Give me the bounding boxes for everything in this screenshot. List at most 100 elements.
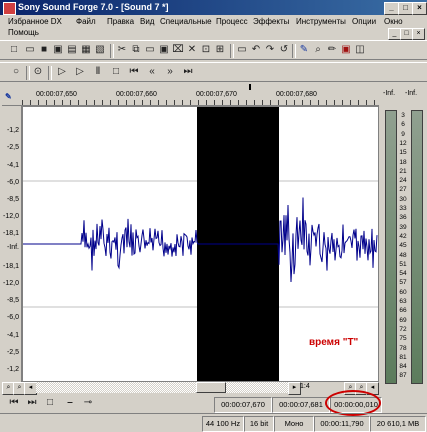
go-to-start-icon[interactable]: ⏮ bbox=[128, 66, 140, 78]
copy-icon[interactable]: ⧉ bbox=[130, 44, 142, 56]
menu-favorites[interactable]: Избранное DX bbox=[8, 17, 62, 26]
edit-tool-icon[interactable]: ✎ bbox=[298, 44, 310, 56]
scale-label: -12,0 bbox=[3, 280, 19, 287]
window-title: Sony Sound Forge 7.0 - [Sound 7 *] bbox=[18, 2, 169, 12]
scale-label: -18,1 bbox=[3, 230, 19, 237]
separator bbox=[26, 66, 30, 80]
print-icon[interactable]: ▤ bbox=[66, 44, 78, 56]
ruler-label: 00:00:07,660 bbox=[116, 91, 157, 98]
menu-help[interactable]: Помощь bbox=[8, 28, 39, 37]
meter-scale-label: 21 bbox=[399, 167, 407, 175]
scale-label: -1,2 bbox=[6, 366, 19, 373]
save-icon[interactable]: ■ bbox=[38, 44, 50, 56]
maximize-button[interactable]: □ bbox=[398, 2, 413, 15]
go-to-end-icon[interactable]: ⏭ bbox=[26, 397, 38, 409]
meter-scale-label: 54 bbox=[399, 270, 407, 278]
status-bar: 44 100 Hz 16 bit Моно 00:00:11,790 20 61… bbox=[0, 413, 427, 432]
event-tool-icon[interactable]: ▣ bbox=[340, 44, 352, 56]
mix-icon[interactable]: ▣ bbox=[158, 44, 170, 56]
meter-bar-right bbox=[411, 110, 423, 384]
properties-icon[interactable]: ▧ bbox=[94, 44, 106, 56]
time-ruler[interactable]: ✎ 00:00:07,650 00:00:07,660 00:00:07,670… bbox=[2, 84, 379, 106]
meter-scale-label: 9 bbox=[401, 130, 405, 138]
separator bbox=[110, 44, 114, 58]
menu-edit[interactable]: Правка bbox=[107, 17, 134, 26]
trim-icon[interactable]: ⌧ bbox=[172, 44, 184, 56]
new-file-icon[interactable]: □ bbox=[8, 44, 20, 56]
scale-label: -6,0 bbox=[6, 179, 19, 186]
meter-scale-label: 3 bbox=[401, 112, 405, 119]
menu-tools[interactable]: Инструменты bbox=[296, 17, 346, 26]
crop-icon-2[interactable]: ⊞ bbox=[214, 44, 226, 56]
paste-icon[interactable]: ▭ bbox=[144, 44, 156, 56]
repeat-icon[interactable]: ▭ bbox=[236, 44, 248, 56]
play-all-icon[interactable]: ▷ bbox=[56, 66, 68, 78]
level-meters: -Inf. -Inf. 3 6 9 12 15 18 21 24 27 30 33 36 39 42 45 4… bbox=[383, 88, 423, 384]
meter-scale-label: 36 bbox=[399, 214, 407, 222]
scroll-track[interactable] bbox=[36, 382, 288, 393]
history-icon[interactable]: ↺ bbox=[278, 44, 290, 56]
horizontal-scrollbar[interactable]: ⌕ ⌕ ◂ ▸ 1:4 ⌕ ⌕ ◂ bbox=[2, 382, 379, 395]
menu-bar: Избранное DX Файл Правка Вид Специальные… bbox=[0, 15, 427, 39]
meter-scale-label: 84 bbox=[399, 363, 407, 371]
standard-toolbar: □ ▭ ■ ▣ ▤ ▦ ▧ ✂ ⧉ ▭ ▣ ⌧ ✕ ⊡ ⊞ ▭ ↶ ↷ ↺ ✎ … bbox=[0, 40, 427, 60]
scale-label: -4,1 bbox=[6, 162, 19, 169]
save-as-icon[interactable]: ▣ bbox=[52, 44, 64, 56]
stop-icon[interactable]: □ bbox=[44, 397, 56, 409]
redo-icon[interactable]: ↷ bbox=[264, 44, 276, 56]
meter-scale-label: 15 bbox=[399, 149, 407, 157]
scroll-thumb[interactable] bbox=[196, 382, 226, 393]
meter-scale-label: 63 bbox=[399, 298, 407, 305]
fast-forward-icon[interactable]: » bbox=[164, 66, 176, 78]
meter-peak-right: -Inf. bbox=[405, 90, 418, 97]
meter-scale-label: 30 bbox=[399, 195, 407, 203]
rewind-icon[interactable]: « bbox=[146, 66, 158, 78]
menu-view[interactable]: Вид bbox=[140, 17, 154, 26]
ruler-label: 00:00:07,680 bbox=[276, 91, 317, 98]
go-to-end-icon[interactable]: ⏭ bbox=[182, 66, 194, 78]
render-icon[interactable]: ▦ bbox=[80, 44, 92, 56]
app-icon bbox=[3, 2, 16, 15]
menu-effects[interactable]: Эффекты bbox=[253, 17, 289, 26]
file-length: 00:00:11,790 bbox=[314, 416, 370, 432]
pencil-tool-icon[interactable]: ✏ bbox=[326, 44, 338, 56]
meter-peak-left: -Inf. bbox=[383, 90, 396, 97]
crop-icon[interactable]: ⊡ bbox=[200, 44, 212, 56]
meter-scale-label: 87 bbox=[399, 372, 407, 380]
annotation-label: время "T" bbox=[309, 337, 359, 348]
selection-end-field[interactable]: 00:00:07,681 bbox=[272, 397, 330, 413]
marker-icon[interactable]: ⊸ bbox=[82, 397, 94, 409]
record-icon[interactable]: ○ bbox=[10, 66, 22, 78]
envelope-tool-icon[interactable]: ◫ bbox=[354, 44, 366, 56]
undo-icon[interactable]: ↶ bbox=[250, 44, 262, 56]
wave-edit-icon[interactable]: ✎ bbox=[5, 92, 12, 101]
menu-file[interactable]: Файл bbox=[76, 17, 96, 26]
menu-special[interactable]: Специальные bbox=[160, 17, 212, 26]
meter-scale-label: 72 bbox=[399, 325, 407, 333]
meter-scale-label: 42 bbox=[399, 232, 407, 240]
open-icon[interactable]: ▭ bbox=[24, 44, 36, 56]
meter-scale-label: 12 bbox=[399, 139, 407, 147]
ruler-label: 00:00:07,670 bbox=[196, 91, 237, 98]
cut-icon[interactable]: ✂ bbox=[116, 44, 128, 56]
minimize-button[interactable]: _ bbox=[384, 2, 399, 15]
mdi-close-button[interactable]: × bbox=[412, 28, 425, 40]
go-to-start-icon[interactable]: ⏮ bbox=[8, 397, 20, 409]
separator bbox=[48, 66, 52, 80]
menu-options[interactable]: Опции bbox=[352, 17, 376, 26]
channels: Моно bbox=[274, 416, 314, 432]
play-icon[interactable]: ▷ bbox=[74, 66, 86, 78]
meter-scale-label: 78 bbox=[399, 344, 407, 352]
stop-icon[interactable]: □ bbox=[110, 66, 122, 78]
loop-icon[interactable]: ⊙ bbox=[32, 66, 44, 78]
menu-window[interactable]: Окно bbox=[384, 17, 403, 26]
transport-toolbar: ○ ⊙ ▷ ▷ Ⅱ □ ⏮ « » ⏭ bbox=[0, 62, 427, 82]
selection-start-field[interactable]: 00:00:07,670 bbox=[214, 397, 272, 413]
bit-depth: 16 bit bbox=[244, 416, 274, 432]
close-button[interactable]: × bbox=[412, 2, 427, 15]
play-icon[interactable]: ⎯ bbox=[64, 397, 76, 409]
magnify-tool-icon[interactable]: ⌕ bbox=[312, 44, 324, 56]
delete-icon[interactable]: ✕ bbox=[186, 44, 198, 56]
pause-icon[interactable]: Ⅱ bbox=[92, 66, 104, 78]
menu-process[interactable]: Процесс bbox=[216, 17, 248, 26]
